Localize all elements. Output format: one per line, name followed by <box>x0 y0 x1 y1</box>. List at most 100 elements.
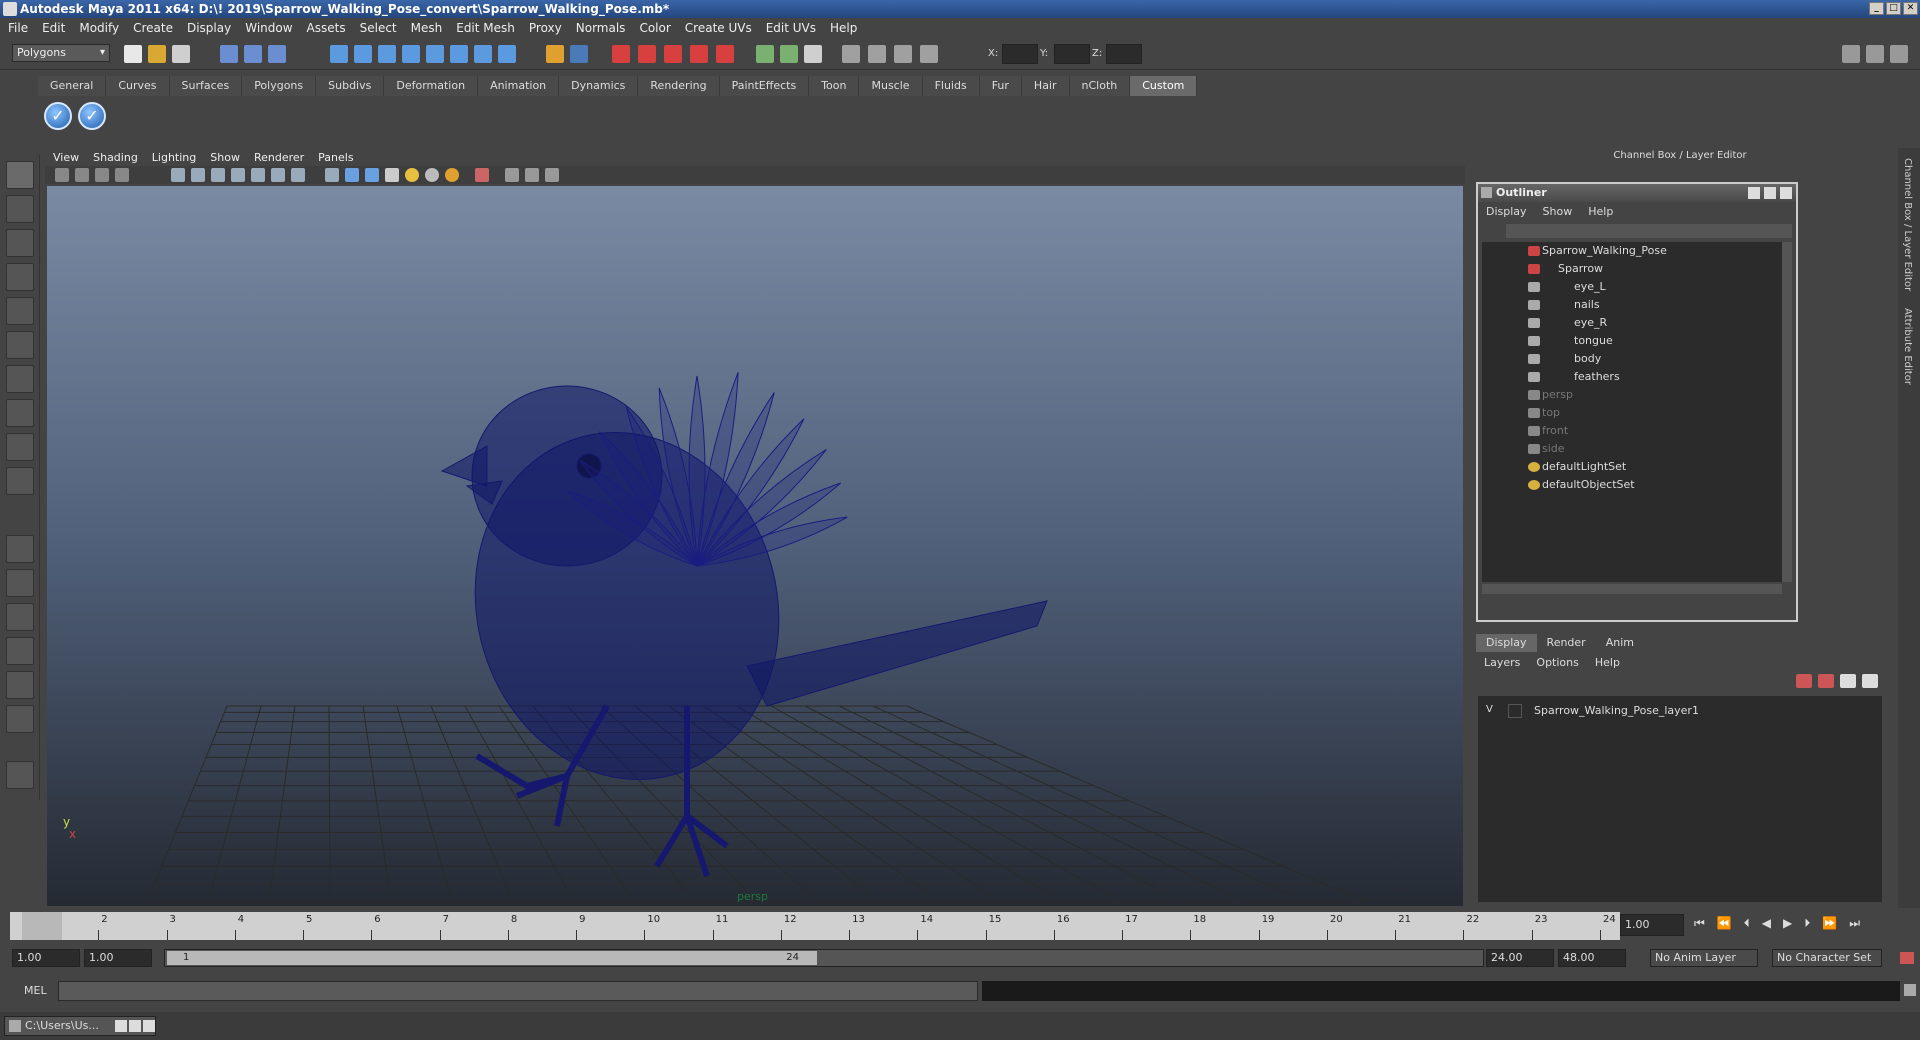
wireframe-icon[interactable] <box>325 168 339 182</box>
script-editor-icon[interactable] <box>1904 984 1916 996</box>
layer-visibility-toggle[interactable]: V <box>1486 704 1493 715</box>
show-attribute-editor-icon[interactable] <box>1842 45 1860 63</box>
preferences-icon[interactable] <box>1900 952 1914 964</box>
layer-menu-layers[interactable]: Layers <box>1484 656 1520 669</box>
list-item[interactable]: feathers <box>1482 368 1772 386</box>
shelf-tab-subdivs[interactable]: Subdivs <box>316 76 385 96</box>
help-icon[interactable] <box>498 45 516 63</box>
shadows-icon[interactable] <box>445 168 459 182</box>
shelf-tab-polygons[interactable]: Polygons <box>242 76 317 96</box>
scale-tool-icon[interactable] <box>6 331 34 359</box>
quick-select-icon[interactable] <box>920 45 938 63</box>
lasso-tool-icon[interactable] <box>6 195 34 223</box>
outliner-menu-show[interactable]: Show <box>1543 205 1573 218</box>
ipr-render-icon[interactable] <box>664 45 682 63</box>
current-frame-field[interactable]: 1.00 <box>1620 914 1684 936</box>
soft-modification-icon[interactable] <box>6 399 34 427</box>
snap-curve-icon[interactable] <box>354 45 372 63</box>
move-layer-up-icon[interactable] <box>1796 674 1812 688</box>
list-item[interactable]: defaultObjectSet <box>1482 476 1772 494</box>
layer-row[interactable]: V Sparrow_Walking_Pose_layer1 <box>1478 702 1882 720</box>
menu-edit-uvs[interactable]: Edit UVs <box>766 21 816 35</box>
save-scene-icon[interactable] <box>172 45 190 63</box>
list-item[interactable]: eye_L <box>1482 278 1772 296</box>
menu-display[interactable]: Display <box>187 21 231 35</box>
menu-help[interactable]: Help <box>830 21 857 35</box>
shelf-tab-hair[interactable]: Hair <box>1021 76 1070 96</box>
shelf-tab-curves[interactable]: Curves <box>106 76 170 96</box>
shelf-tab-fluids[interactable]: Fluids <box>922 76 980 96</box>
open-scene-icon[interactable] <box>148 45 166 63</box>
four-view-layout-icon[interactable] <box>6 569 34 597</box>
move-layer-down-icon[interactable] <box>1818 674 1834 688</box>
gate-mask-icon[interactable] <box>231 168 245 182</box>
history-icon[interactable] <box>450 45 468 63</box>
snap-point-icon[interactable] <box>378 45 396 63</box>
last-tool-icon[interactable] <box>6 467 34 495</box>
go-to-end-icon[interactable]: ⏭ <box>1849 916 1860 936</box>
list-item[interactable]: Sparrow <box>1482 260 1772 278</box>
snap-plane-icon[interactable] <box>402 45 420 63</box>
checkmark-icon[interactable]: ✓ <box>44 102 72 130</box>
3d-scene-view[interactable]: y x persp <box>47 186 1463 906</box>
tab-anim[interactable]: Anim <box>1596 634 1644 652</box>
show-manipulator-icon[interactable] <box>6 433 34 461</box>
outliner-horizontal-scrollbar[interactable] <box>1482 584 1782 594</box>
close-icon[interactable]: ✕ <box>1903 2 1918 15</box>
menu-color[interactable]: Color <box>639 21 670 35</box>
snap-grid-icon[interactable] <box>330 45 348 63</box>
high-quality-icon[interactable] <box>545 168 559 182</box>
viewport-menu-view[interactable]: View <box>53 151 79 164</box>
menu-mesh[interactable]: Mesh <box>411 21 443 35</box>
list-item[interactable]: top <box>1482 404 1772 422</box>
safe-action-icon[interactable] <box>271 168 285 182</box>
outliner-menu-help[interactable]: Help <box>1588 205 1613 218</box>
viewport-menu-renderer[interactable]: Renderer <box>254 151 304 164</box>
minimized-window[interactable]: C:\Users\Us... <box>4 1016 156 1036</box>
command-input[interactable] <box>58 981 978 1001</box>
animation-start-field[interactable]: 1.00 <box>12 949 80 967</box>
persp-hypershade-layout-icon[interactable] <box>6 671 34 699</box>
side-tab-attribute-editor[interactable]: Attribute Editor <box>1902 308 1913 385</box>
new-layer-selected-icon[interactable] <box>1862 674 1878 688</box>
xray-icon[interactable] <box>505 168 519 182</box>
menu-proxy[interactable]: Proxy <box>529 21 562 35</box>
shelf-tab-toon[interactable]: Toon <box>809 76 860 96</box>
maximize-icon[interactable] <box>129 1020 141 1032</box>
list-item[interactable]: tongue <box>1482 332 1772 350</box>
resolution-gate-icon[interactable] <box>211 168 225 182</box>
shelf-tab-fur[interactable]: Fur <box>979 76 1022 96</box>
menu-edit-mesh[interactable]: Edit Mesh <box>456 21 515 35</box>
layer-menu-options[interactable]: Options <box>1536 656 1578 669</box>
playback-start-field[interactable]: 1.00 <box>84 949 152 967</box>
selection-mask-icon[interactable] <box>570 45 588 63</box>
list-item[interactable]: persp <box>1482 386 1772 404</box>
menu-normals[interactable]: Normals <box>576 21 626 35</box>
menu-edit[interactable]: Edit <box>42 21 65 35</box>
menu-modify[interactable]: Modify <box>79 21 119 35</box>
menu-create-uvs[interactable]: Create UVs <box>685 21 752 35</box>
side-tab-channel-box[interactable]: Channel Box / Layer Editor <box>1902 158 1913 291</box>
snap-live-icon[interactable] <box>426 45 444 63</box>
minimize-icon[interactable]: _ <box>1869 2 1884 15</box>
smooth-shade-icon[interactable] <box>345 168 359 182</box>
anim-layer-dropdown[interactable]: No Anim Layer <box>1650 949 1758 967</box>
close-icon[interactable] <box>143 1020 155 1032</box>
single-perspective-layout-icon[interactable] <box>6 535 34 563</box>
layer-playback-toggle[interactable] <box>1508 704 1522 718</box>
relative-transform-icon[interactable] <box>868 45 886 63</box>
all-lights-icon[interactable] <box>425 168 439 182</box>
x-field[interactable] <box>1002 44 1038 64</box>
film-gate-icon[interactable] <box>191 168 205 182</box>
tab-render[interactable]: Render <box>1537 634 1596 652</box>
shelf-tab-ncloth[interactable]: nCloth <box>1069 76 1131 96</box>
camera-attributes-icon[interactable] <box>75 168 89 182</box>
animation-end-field[interactable]: 48.00 <box>1558 949 1626 967</box>
move-tool-icon[interactable] <box>6 263 34 291</box>
go-to-start-icon[interactable]: ⏮ <box>1694 916 1705 936</box>
field-chart-icon[interactable] <box>251 168 265 182</box>
playback-end-field[interactable]: 24.00 <box>1486 949 1554 967</box>
outliner-menu-display[interactable]: Display <box>1486 205 1527 218</box>
list-item[interactable]: eye_R <box>1482 314 1772 332</box>
select-component-icon[interactable] <box>268 45 286 63</box>
